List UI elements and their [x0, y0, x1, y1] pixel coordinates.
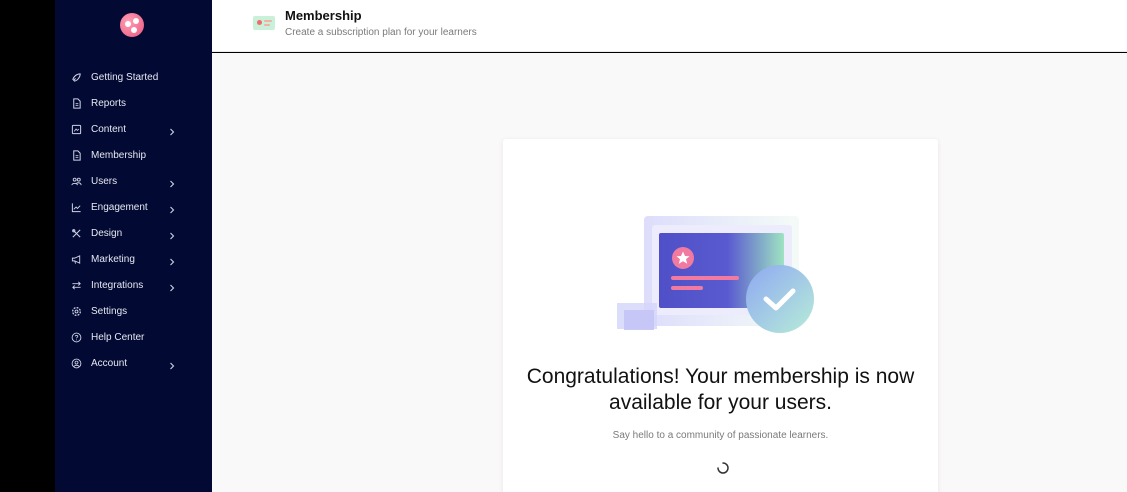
- sidebar-item-label: Getting Started: [91, 71, 159, 83]
- loading-spinner: [716, 461, 730, 475]
- chevron-right-icon: [168, 358, 176, 370]
- sidebar-item-label: Help Center: [91, 331, 145, 343]
- success-headline: Congratulations! Your membership is now …: [526, 365, 915, 414]
- sidebar: Getting Started Reports Content Membersh…: [55, 0, 212, 492]
- sidebar-item-account[interactable]: Account: [55, 350, 212, 376]
- page-title: Membership: [285, 8, 362, 23]
- chevron-right-icon: [168, 228, 176, 240]
- page-subtitle: Create a subscription plan for your lear…: [285, 27, 477, 38]
- success-subtext: Say hello to a community of passionate l…: [612, 430, 829, 441]
- sidebar-item-label: Marketing: [91, 253, 135, 265]
- window-edge: [0, 0, 55, 492]
- chevron-right-icon: [168, 176, 176, 188]
- sidebar-item-label: Account: [91, 357, 128, 369]
- chart-icon: [71, 202, 82, 213]
- brand-logo[interactable]: [120, 13, 144, 37]
- sidebar-item-marketing[interactable]: Marketing: [55, 246, 212, 272]
- document-icon: [71, 97, 82, 109]
- sidebar-item-label: Settings: [91, 305, 128, 317]
- sidebar-item-integrations[interactable]: Integrations: [55, 272, 212, 298]
- sidebar-item-label: Reports: [91, 97, 127, 109]
- users-icon: [71, 176, 82, 187]
- sidebar-item-label: Membership: [91, 149, 147, 161]
- sidebar-item-settings[interactable]: Settings: [55, 298, 212, 324]
- sidebar-nav: Getting Started Reports Content Membersh…: [55, 64, 212, 376]
- certificate-illustration: [614, 213, 814, 338]
- chevron-right-icon: [168, 254, 176, 266]
- design-icon: [71, 228, 82, 239]
- sidebar-item-label: Integrations: [91, 279, 144, 291]
- sidebar-item-users[interactable]: Users: [55, 168, 212, 194]
- sidebar-item-help-center[interactable]: Help Center: [55, 324, 212, 350]
- arrows-icon: [71, 280, 82, 291]
- success-card: Congratulations! Your membership is now …: [503, 139, 938, 492]
- main-content: Congratulations! Your membership is now …: [212, 53, 1127, 492]
- rocket-icon: [71, 72, 82, 83]
- chevron-right-icon: [168, 202, 176, 214]
- membership-icon: [253, 16, 275, 30]
- sidebar-item-engagement[interactable]: Engagement: [55, 194, 212, 220]
- sidebar-item-getting-started[interactable]: Getting Started: [55, 64, 212, 90]
- sidebar-item-membership[interactable]: Membership: [55, 142, 212, 168]
- chevron-right-icon: [168, 124, 176, 136]
- sidebar-item-label: Users: [91, 175, 118, 187]
- content-icon: [71, 124, 82, 135]
- help-icon: [71, 332, 82, 343]
- sidebar-item-content[interactable]: Content: [55, 116, 212, 142]
- sidebar-item-design[interactable]: Design: [55, 220, 212, 246]
- megaphone-icon: [71, 254, 82, 265]
- sidebar-item-label: Engagement: [91, 201, 148, 213]
- document-icon: [71, 149, 82, 161]
- sidebar-item-label: Content: [91, 123, 127, 135]
- page-header: Membership Create a subscription plan fo…: [212, 0, 1127, 52]
- user-circle-icon: [71, 358, 82, 369]
- sidebar-item-reports[interactable]: Reports: [55, 90, 212, 116]
- chevron-right-icon: [168, 280, 176, 292]
- sidebar-item-label: Design: [91, 227, 123, 239]
- gear-icon: [71, 306, 82, 317]
